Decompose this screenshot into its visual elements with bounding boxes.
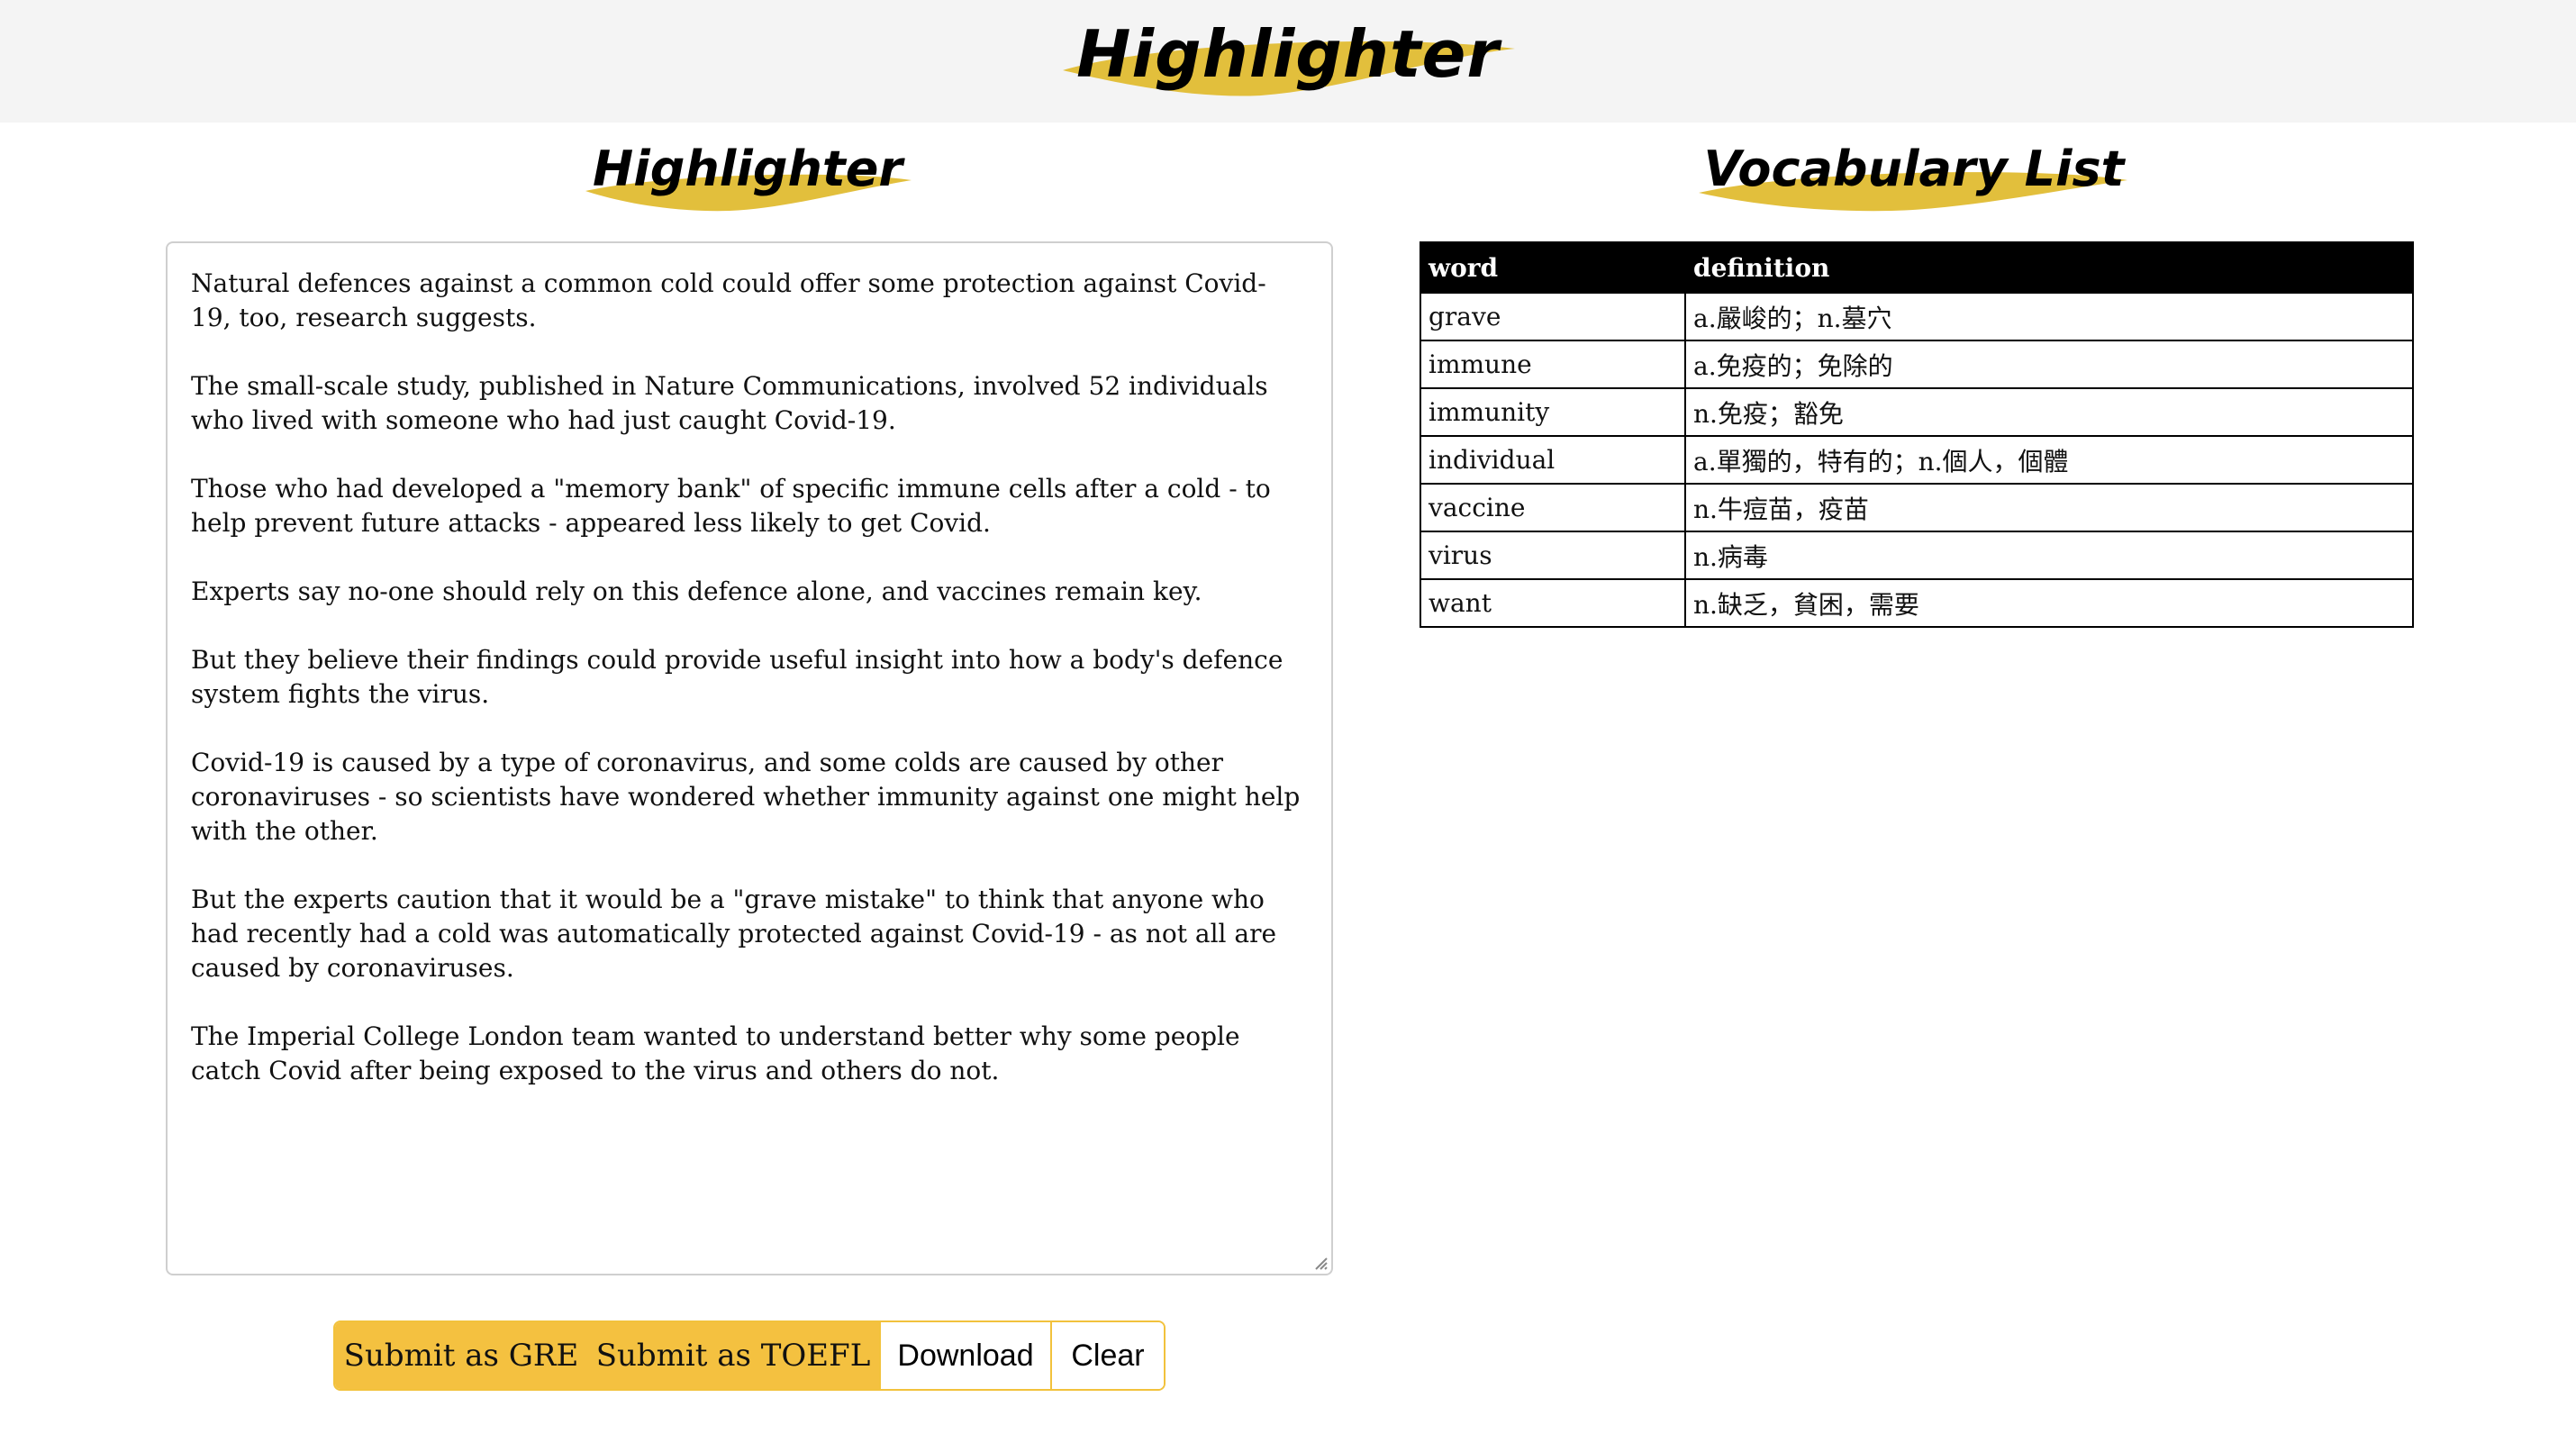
paragraph: Covid-19 is caused by a type of coronavi… — [191, 748, 1301, 846]
definition-cell: a.單獨的，特有的；n.個人，個體 — [1684, 435, 2414, 485]
definition-cell: n.病毒 — [1684, 531, 2414, 580]
word-cell: individual — [1420, 435, 1686, 485]
word-cell: immune — [1420, 340, 1686, 389]
submit-gre-button[interactable]: Submit as GRE — [335, 1322, 587, 1389]
vocab-heading: Vocabulary List — [1693, 135, 2135, 225]
paragraph: But the experts caution that it would be… — [191, 885, 1277, 983]
table-row: vaccine n.牛痘苗，疫苗 — [1420, 483, 2414, 532]
clear-button[interactable]: Clear — [1050, 1322, 1164, 1389]
table-row: immunity n.免疫；豁免 — [1420, 387, 2414, 437]
word-cell: grave — [1420, 292, 1686, 341]
definition-cell: n.缺乏，貧困，需要 — [1684, 578, 2414, 628]
table-row: individual a.單獨的，特有的；n.個人，個體 — [1420, 435, 2414, 485]
paragraph: Those who had developed a "memory bank" … — [191, 474, 1271, 538]
definition-cell: n.牛痘苗，疫苗 — [1684, 483, 2414, 532]
vocab-title: Vocabulary List — [1703, 141, 2125, 197]
brand-logo: Highlighter — [1054, 5, 1522, 113]
column-header-word: word — [1420, 241, 1686, 294]
paragraph: But they believe their findings could pr… — [191, 645, 1283, 709]
vocabulary-table: word definition grave a.嚴峻的；n.墓穴 immune … — [1420, 241, 2414, 628]
definition-cell: a.免疫的；免除的 — [1684, 340, 2414, 389]
definition-cell: a.嚴峻的；n.墓穴 — [1684, 292, 2414, 341]
submit-toefl-button[interactable]: Submit as TOEFL — [587, 1322, 879, 1389]
table-row: grave a.嚴峻的；n.墓穴 — [1420, 292, 2414, 341]
table-row: virus n.病毒 — [1420, 531, 2414, 580]
word-cell: virus — [1420, 531, 1686, 580]
resize-handle-icon[interactable] — [1313, 1256, 1328, 1270]
brand-title: Highlighter — [1076, 16, 1500, 92]
column-header-definition: definition — [1684, 241, 2414, 294]
article-textarea[interactable]: Natural defences against a common cold c… — [166, 241, 1333, 1275]
editor-title: Highlighter — [593, 141, 903, 197]
word-cell: vaccine — [1420, 483, 1686, 532]
editor-heading: Highlighter — [576, 135, 919, 225]
action-button-group: Submit as GRE Submit as TOEFL Download C… — [333, 1320, 1166, 1391]
paragraph: Experts say no-one should rely on this d… — [191, 576, 1202, 606]
table-row: immune a.免疫的；免除的 — [1420, 340, 2414, 389]
word-cell: want — [1420, 578, 1686, 628]
table-row: want n.缺乏，貧困，需要 — [1420, 578, 2414, 628]
word-cell: immunity — [1420, 387, 1686, 437]
paragraph: The small-scale study, published in Natu… — [191, 371, 1268, 435]
paragraph: The Imperial College London team wanted … — [191, 1021, 1240, 1085]
table-header-row: word definition — [1420, 241, 2414, 294]
definition-cell: n.免疫；豁免 — [1684, 387, 2414, 437]
top-bar: Highlighter — [0, 0, 2576, 123]
download-button[interactable]: Download — [879, 1322, 1050, 1389]
paragraph: Natural defences against a common cold c… — [191, 268, 1266, 332]
